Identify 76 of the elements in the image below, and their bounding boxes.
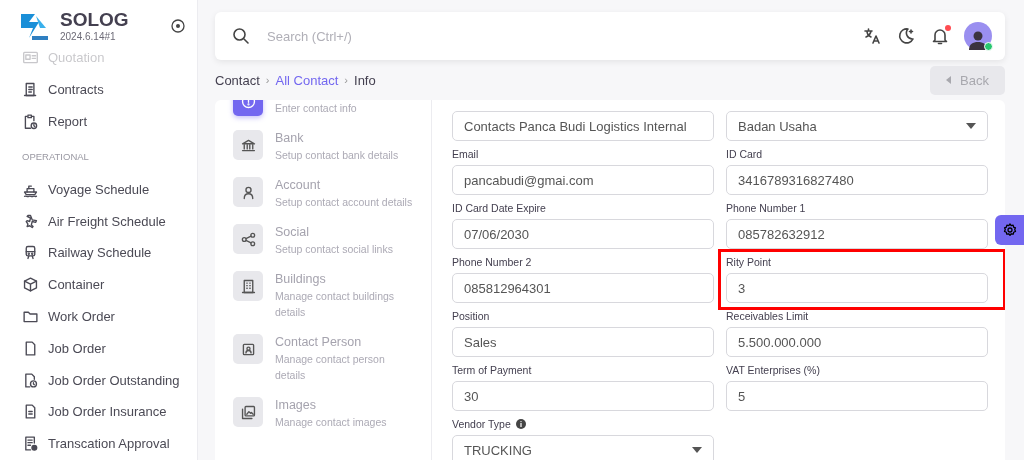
step-description: Setup contact social links bbox=[275, 242, 394, 257]
input-field[interactable]: 3 bbox=[726, 273, 988, 303]
breadcrumb-link[interactable]: All Contact bbox=[275, 72, 339, 88]
step-description: Manage contact images bbox=[275, 415, 388, 430]
field-label: Position bbox=[452, 310, 490, 322]
sidebar-item[interactable]: Railway Schedule bbox=[22, 237, 197, 269]
sidebar-item[interactable]: Air Freight Schedule bbox=[22, 205, 197, 237]
notification-bell-icon[interactable] bbox=[930, 26, 950, 46]
input-field[interactable]: Contacts Panca Budi Logistics Internal bbox=[452, 111, 714, 141]
step-description: Manage contact buildings details bbox=[275, 289, 396, 320]
building-icon bbox=[239, 277, 257, 295]
file-check-icon bbox=[22, 435, 39, 453]
input-field[interactable]: 3416789316827480 bbox=[726, 165, 988, 195]
sidebar-item[interactable]: Job Order Outstanding bbox=[22, 364, 197, 396]
field-label: Email bbox=[452, 148, 479, 160]
field-label: ID Card Date Expire bbox=[452, 202, 546, 214]
share-icon bbox=[239, 230, 257, 248]
clipboard-clock-icon bbox=[22, 113, 39, 130]
step-description: Manage contact person details bbox=[275, 352, 386, 383]
step-description: Enter contact info bbox=[275, 101, 358, 116]
sidebar-item[interactable]: Work Order bbox=[22, 300, 197, 333]
step-title: Account bbox=[275, 177, 322, 194]
step-title: Bank bbox=[275, 130, 305, 147]
step-title: Social bbox=[275, 224, 311, 241]
caret-icon bbox=[966, 123, 976, 129]
input-field[interactable]: pancabudi@gmai.com bbox=[452, 165, 714, 195]
avatar[interactable] bbox=[964, 22, 992, 50]
sidebar-item[interactable]: Container bbox=[22, 268, 197, 301]
select-field[interactable]: TRUCKING bbox=[452, 435, 714, 460]
input-field[interactable]: 085812964301 bbox=[452, 273, 714, 303]
field-label: VAT Enterprises (%) bbox=[726, 364, 820, 376]
step-description: Setup contact account details bbox=[275, 195, 414, 210]
sidebar-item[interactable]: Report bbox=[22, 105, 197, 138]
field-label: Rity Point bbox=[726, 256, 771, 268]
input-field[interactable]: 085782632912 bbox=[726, 219, 988, 249]
sidebar-toggle-icon[interactable] bbox=[171, 19, 185, 33]
input-field[interactable]: 5 bbox=[726, 381, 988, 411]
section-heading: OPERATIONAL bbox=[22, 149, 90, 164]
document-icon bbox=[22, 81, 39, 99]
breadcrumb-separator: › bbox=[344, 74, 349, 86]
caret-left-icon bbox=[946, 76, 953, 84]
sidebar-item[interactable]: Contracts bbox=[22, 73, 197, 106]
settings-icon bbox=[1001, 222, 1018, 238]
sidebar-item[interactable]: Job Order Insurance bbox=[22, 395, 197, 428]
input-field[interactable]: 30 bbox=[452, 381, 714, 411]
step-description: Setup contact bank details bbox=[275, 148, 400, 163]
breadcrumb-item: Contact bbox=[215, 72, 260, 88]
breadcrumb-item: Info bbox=[354, 72, 376, 88]
step-title: Images bbox=[275, 397, 317, 414]
input-field[interactable]: Sales bbox=[452, 327, 714, 357]
field-label: Receivables Limit bbox=[726, 310, 809, 322]
step-title: Contact Person bbox=[275, 334, 363, 351]
select-field[interactable]: Badan Usaha bbox=[726, 111, 988, 141]
box-icon bbox=[22, 276, 39, 294]
input-field[interactable]: 5.500.000.000 bbox=[726, 327, 988, 357]
images-icon bbox=[239, 403, 257, 421]
field-label: ID Card bbox=[726, 148, 763, 160]
brand-name: SOLOG bbox=[60, 10, 129, 31]
sidebar-item[interactable]: Voyage Schedule bbox=[22, 173, 197, 206]
file-clock-icon bbox=[22, 371, 39, 389]
field-label: Vendor Type bbox=[452, 418, 511, 430]
sidebar-item[interactable]: Job Order bbox=[22, 332, 197, 365]
breadcrumb-separator: › bbox=[265, 74, 270, 86]
moon-icon[interactable] bbox=[896, 26, 916, 46]
translate-icon[interactable] bbox=[862, 26, 882, 46]
input-field[interactable]: 07/06/2030 bbox=[452, 219, 714, 249]
field-label: Phone Number 1 bbox=[726, 202, 806, 214]
field-label: Phone Number 2 bbox=[452, 256, 532, 268]
caret-icon bbox=[692, 447, 702, 453]
search-field[interactable]: Search (Ctrl+/) bbox=[265, 27, 848, 45]
sidebar-item[interactable]: Transcation Approval bbox=[22, 427, 197, 460]
field-label: Term of Payment bbox=[452, 364, 532, 376]
step-title: Buildings bbox=[275, 271, 327, 288]
search-icon bbox=[231, 26, 251, 46]
version-label: 2024.6.14#1 bbox=[60, 30, 117, 42]
settings-button[interactable] bbox=[995, 215, 1024, 245]
